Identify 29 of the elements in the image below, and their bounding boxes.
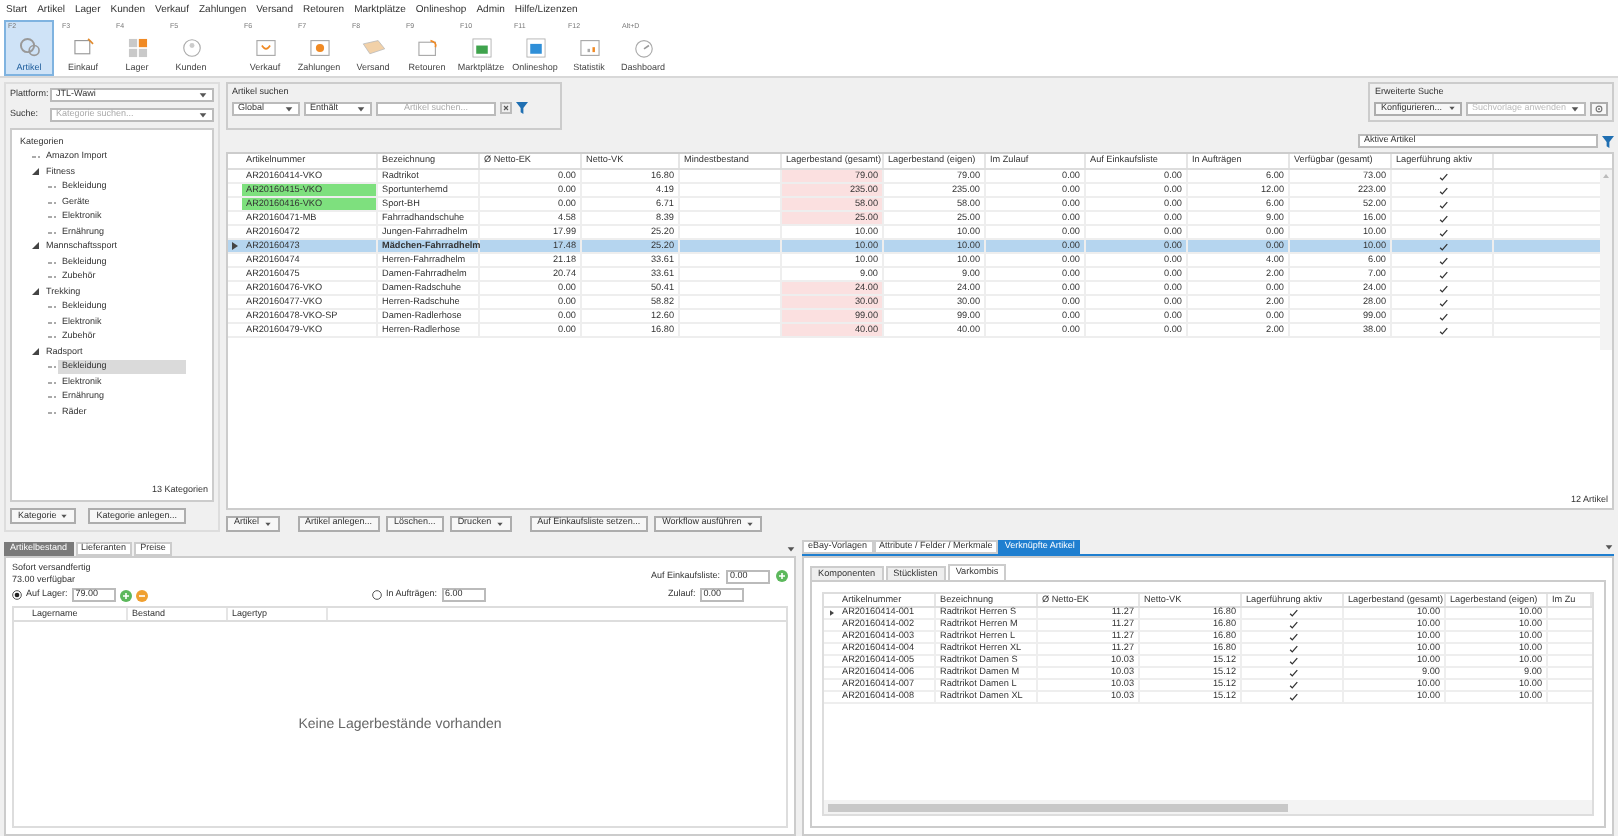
expanded-triangle-icon[interactable] bbox=[32, 167, 40, 176]
dropdown-arrow-icon bbox=[495, 519, 504, 527]
dropdown-arrow-icon bbox=[745, 519, 754, 527]
dropdown-arrow-icon bbox=[284, 103, 294, 113]
dropdown-arrow-icon bbox=[60, 512, 69, 520]
dropdown-arrow-icon[interactable] bbox=[786, 543, 796, 553]
dropdown-arrow-icon[interactable] bbox=[1604, 542, 1614, 552]
radio-button[interactable] bbox=[372, 590, 382, 600]
row-pointer-icon bbox=[232, 242, 238, 250]
dropdown-arrow-icon bbox=[1570, 103, 1580, 113]
expanded-triangle-icon[interactable] bbox=[32, 347, 40, 356]
dropdown-arrow-icon bbox=[356, 103, 366, 113]
settings-icon[interactable] bbox=[1590, 101, 1608, 115]
dropdown-arrow-icon bbox=[263, 519, 272, 527]
toolbar-icon bbox=[177, 33, 205, 61]
radio-button[interactable] bbox=[12, 590, 22, 600]
horizontal-scrollbar[interactable] bbox=[824, 800, 1592, 814]
dropdown-arrow-icon bbox=[1448, 104, 1456, 112]
scrollbar[interactable] bbox=[1600, 170, 1612, 350]
filter-icon[interactable] bbox=[516, 102, 528, 114]
filter-icon[interactable] bbox=[1602, 135, 1614, 147]
expanded-triangle-icon[interactable] bbox=[32, 242, 40, 251]
toolbar-icon bbox=[15, 33, 43, 61]
row-pointer-icon bbox=[829, 610, 833, 616]
clear-icon[interactable] bbox=[500, 102, 512, 114]
expanded-triangle-icon[interactable] bbox=[32, 287, 40, 296]
toolbar-icon bbox=[521, 33, 549, 61]
toolbar-icon bbox=[467, 33, 495, 61]
toolbar-icon bbox=[123, 33, 151, 61]
